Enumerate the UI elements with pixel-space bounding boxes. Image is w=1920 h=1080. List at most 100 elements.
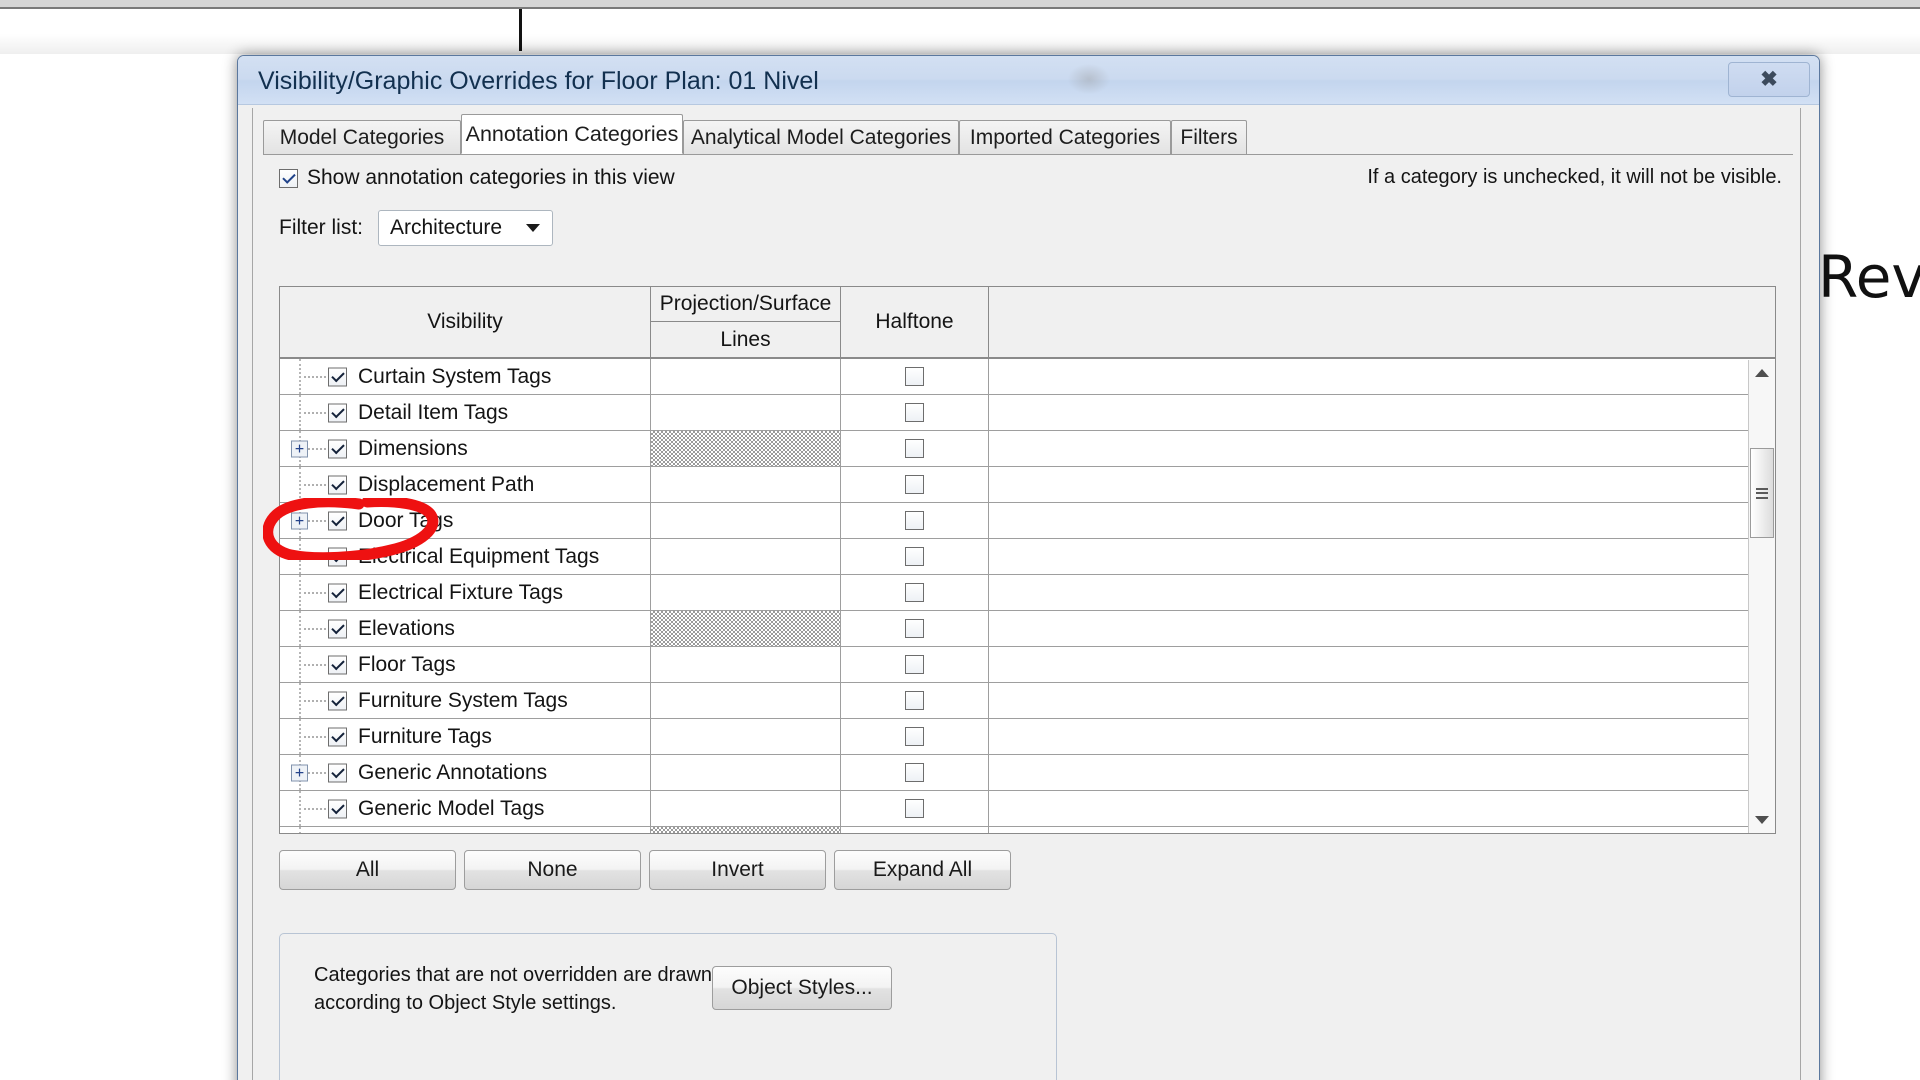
row-projection-lines-cell[interactable] — [651, 467, 841, 502]
row-visibility-checkbox[interactable] — [328, 619, 347, 638]
expand-node-icon[interactable]: + — [291, 764, 308, 781]
row-halftone-checkbox[interactable] — [905, 763, 924, 782]
table-row[interactable]: + Dimensions — [280, 431, 1775, 467]
row-projection-lines-cell[interactable] — [651, 359, 841, 394]
table-row[interactable]: + Door Tags — [280, 503, 1775, 539]
row-halftone-checkbox[interactable] — [905, 547, 924, 566]
close-button[interactable]: ✖ — [1728, 62, 1810, 97]
row-visibility-checkbox[interactable] — [328, 475, 347, 494]
row-visibility-checkbox[interactable] — [328, 763, 347, 782]
row-visibility-checkbox[interactable] — [328, 727, 347, 746]
table-row[interactable]: Curtain System Tags — [280, 359, 1775, 395]
table-row[interactable]: Electrical Fixture Tags — [280, 575, 1775, 611]
row-visibility-checkbox[interactable] — [328, 403, 347, 422]
tab-annotation-categories[interactable]: Annotation Categories — [461, 114, 683, 154]
scroll-up-button[interactable] — [1749, 360, 1775, 386]
table-row[interactable]: Generic Model Tags — [280, 791, 1775, 827]
row-projection-lines-cell[interactable] — [651, 683, 841, 718]
row-halftone-cell[interactable] — [841, 395, 989, 430]
row-projection-lines-cell[interactable] — [651, 755, 841, 790]
row-visibility-cell: Floor Tags — [280, 647, 651, 682]
row-halftone-cell[interactable] — [841, 503, 989, 538]
row-halftone-cell[interactable] — [841, 827, 989, 833]
row-halftone-cell[interactable] — [841, 611, 989, 646]
tab-filters[interactable]: Filters — [1171, 120, 1247, 154]
row-halftone-cell[interactable] — [841, 647, 989, 682]
row-halftone-checkbox[interactable] — [905, 367, 924, 386]
table-row[interactable]: Furniture Tags — [280, 719, 1775, 755]
row-halftone-checkbox[interactable] — [905, 655, 924, 674]
row-halftone-checkbox[interactable] — [905, 799, 924, 818]
row-visibility-checkbox[interactable] — [328, 439, 347, 458]
all-button[interactable]: All — [279, 850, 456, 890]
row-halftone-cell[interactable] — [841, 431, 989, 466]
row-halftone-checkbox[interactable] — [905, 691, 924, 710]
table-row[interactable]: Floor Tags — [280, 647, 1775, 683]
unchecked-hint-text: If a category is unchecked, it will not … — [1367, 166, 1782, 188]
row-projection-lines-cell[interactable] — [651, 431, 841, 466]
none-button[interactable]: None — [464, 850, 641, 890]
row-projection-lines-cell[interactable] — [651, 647, 841, 682]
selection-button-row: All None Invert Expand All — [279, 850, 1011, 890]
row-halftone-cell[interactable] — [841, 755, 989, 790]
table-row[interactable]: Displacement Path — [280, 467, 1775, 503]
show-annotation-categories-checkbox[interactable] — [279, 168, 298, 188]
row-projection-lines-cell[interactable] — [651, 791, 841, 826]
row-spacer-cell — [989, 359, 1775, 394]
column-header-spacer — [989, 287, 1775, 357]
row-projection-lines-cell[interactable] — [651, 719, 841, 754]
row-projection-lines-cell[interactable] — [651, 503, 841, 538]
row-halftone-checkbox[interactable] — [905, 403, 924, 422]
row-halftone-cell[interactable] — [841, 683, 989, 718]
table-row[interactable]: Grids — [280, 827, 1775, 833]
row-halftone-cell[interactable] — [841, 359, 989, 394]
row-visibility-cell: Curtain System Tags — [280, 359, 651, 394]
row-projection-lines-cell[interactable] — [651, 395, 841, 430]
row-visibility-checkbox[interactable] — [328, 511, 347, 530]
row-halftone-checkbox[interactable] — [905, 583, 924, 602]
row-halftone-cell[interactable] — [841, 467, 989, 502]
row-visibility-checkbox[interactable] — [328, 799, 347, 818]
table-row[interactable]: Electrical Equipment Tags — [280, 539, 1775, 575]
row-projection-lines-cell[interactable] — [651, 611, 841, 646]
row-halftone-checkbox[interactable] — [905, 511, 924, 530]
table-vertical-scrollbar[interactable] — [1748, 360, 1775, 833]
row-halftone-checkbox[interactable] — [905, 727, 924, 746]
row-projection-lines-cell[interactable] — [651, 539, 841, 574]
row-projection-lines-cell[interactable] — [651, 575, 841, 610]
row-spacer-cell — [989, 755, 1775, 790]
table-row[interactable]: Detail Item Tags — [280, 395, 1775, 431]
table-row[interactable]: Elevations — [280, 611, 1775, 647]
expand-node-icon[interactable]: + — [291, 512, 308, 529]
table-row[interactable]: Furniture System Tags — [280, 683, 1775, 719]
row-halftone-cell[interactable] — [841, 791, 989, 826]
tab-imported-categories[interactable]: Imported Categories — [959, 120, 1171, 154]
expand-all-button[interactable]: Expand All — [834, 850, 1011, 890]
show-annotation-categories-row[interactable]: Show annotation categories in this view — [279, 166, 675, 190]
expand-all-button-label: Expand All — [872, 858, 973, 881]
row-visibility-checkbox[interactable] — [328, 583, 347, 602]
expand-node-icon[interactable]: + — [291, 440, 308, 457]
tab-analytical-model-categories[interactable]: Analytical Model Categories — [683, 120, 959, 154]
filter-list-select[interactable]: Architecture — [378, 210, 553, 246]
row-halftone-cell[interactable] — [841, 539, 989, 574]
invert-button[interactable]: Invert — [649, 850, 826, 890]
row-visibility-checkbox[interactable] — [328, 367, 347, 386]
row-halftone-checkbox[interactable] — [905, 475, 924, 494]
row-halftone-cell[interactable] — [841, 575, 989, 610]
row-visibility-checkbox[interactable] — [328, 547, 347, 566]
tree-connector-dots — [304, 483, 326, 486]
background-window-top-strip — [0, 0, 1920, 9]
row-halftone-checkbox[interactable] — [905, 619, 924, 638]
row-visibility-checkbox[interactable] — [328, 655, 347, 674]
tab-model-categories[interactable]: Model Categories — [263, 120, 461, 154]
scroll-down-button[interactable] — [1749, 807, 1775, 833]
scrollbar-thumb[interactable] — [1750, 448, 1774, 538]
row-halftone-cell[interactable] — [841, 719, 989, 754]
row-visibility-checkbox[interactable] — [328, 691, 347, 710]
table-row[interactable]: + Generic Annotations — [280, 755, 1775, 791]
row-projection-lines-cell[interactable] — [651, 827, 841, 833]
row-spacer-cell — [989, 503, 1775, 538]
row-halftone-checkbox[interactable] — [905, 439, 924, 458]
object-styles-button[interactable]: Object Styles... — [712, 966, 892, 1010]
